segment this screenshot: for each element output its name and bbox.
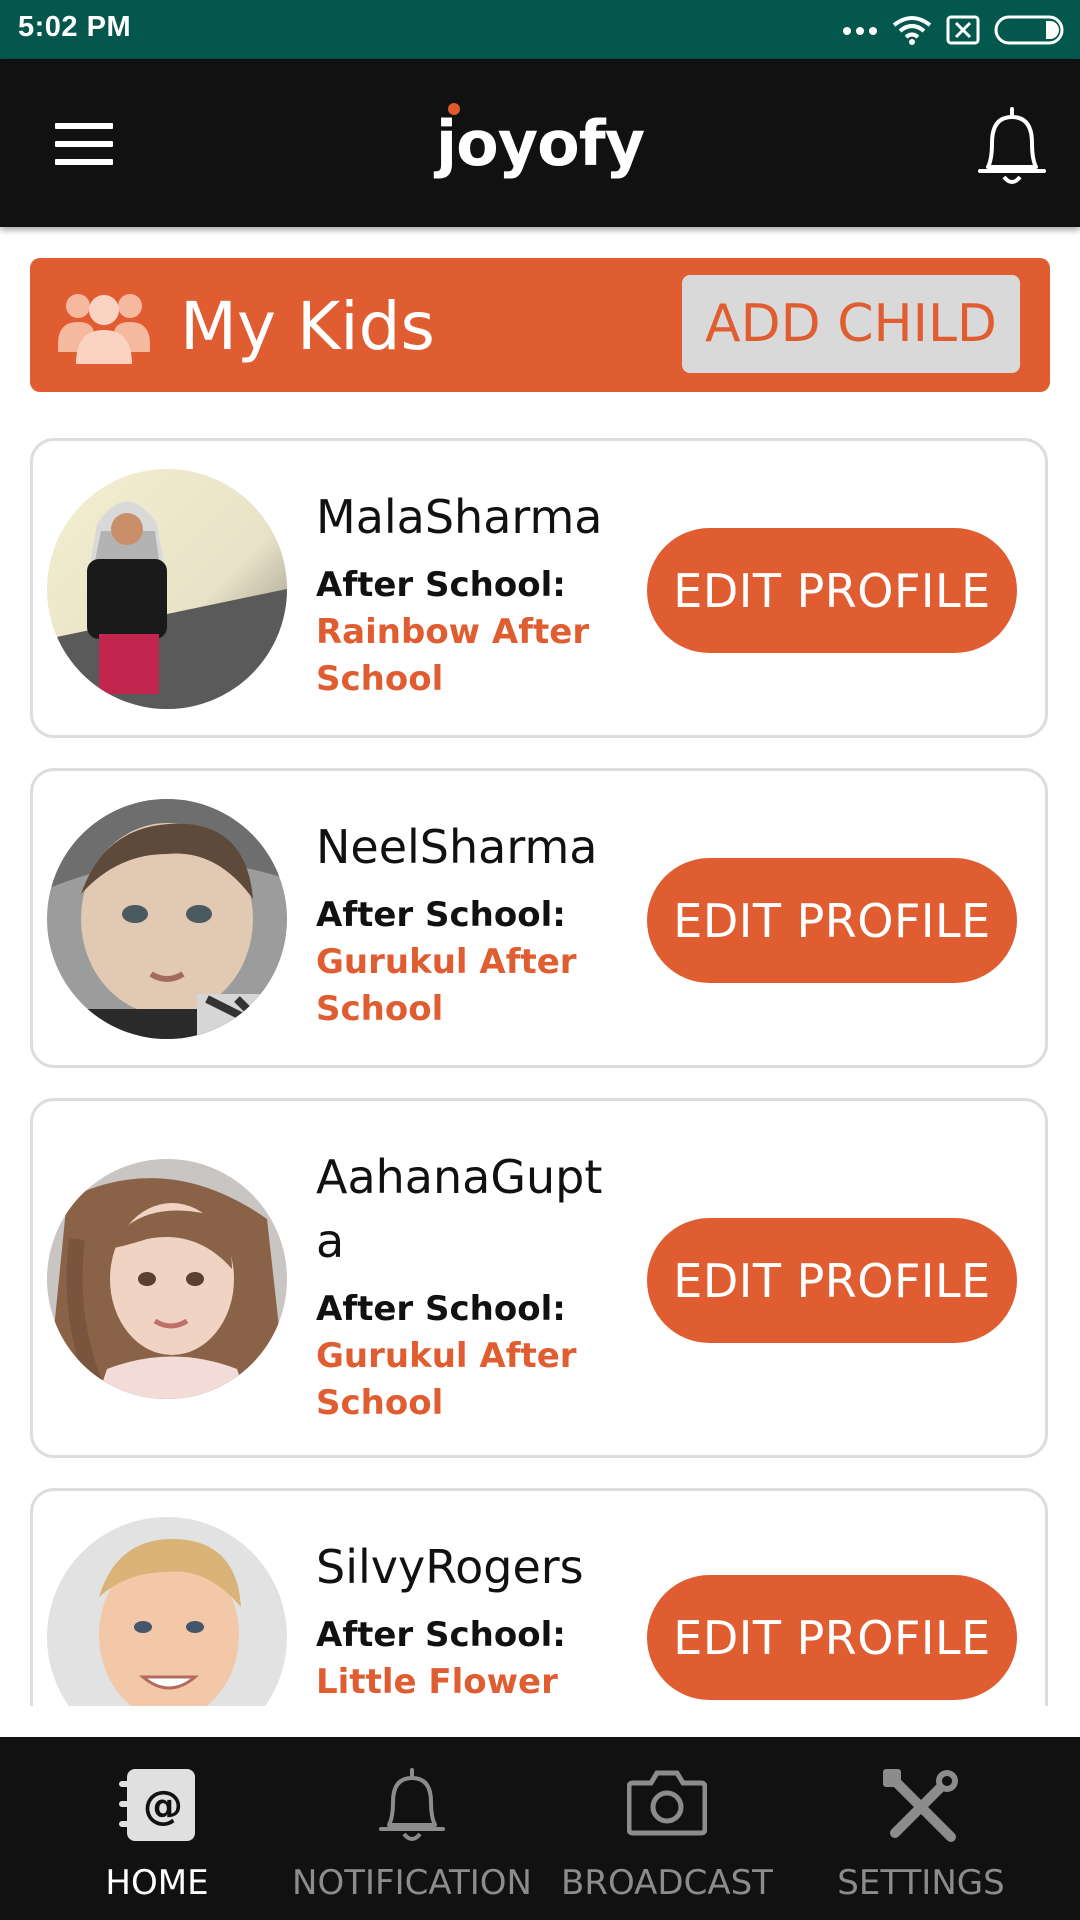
tools-icon xyxy=(883,1769,958,1842)
kid-name: NeelSharma xyxy=(316,820,598,874)
add-child-button[interactable]: ADD CHILD xyxy=(682,275,1020,373)
edit-profile-button[interactable]: EDIT PROFILE xyxy=(647,858,1017,983)
school-name: Gurukul After School xyxy=(316,942,577,1029)
edit-profile-button[interactable]: EDIT PROFILE xyxy=(647,528,1017,653)
app-bar: joyofy xyxy=(0,59,1080,227)
kid-name: SilvyRogers xyxy=(316,1540,584,1594)
nav-settings[interactable]: SETTINGS xyxy=(810,1737,1032,1920)
more-dots-icon xyxy=(843,27,877,35)
nav-broadcast[interactable]: BROADCAST xyxy=(556,1737,778,1920)
my-kids-header: My Kids ADD CHILD xyxy=(30,258,1050,392)
contact-book-icon: @ xyxy=(119,1769,195,1841)
edit-profile-button[interactable]: EDIT PROFILE xyxy=(647,1218,1017,1343)
kid-avatar xyxy=(47,469,287,709)
logo-text: joyofy xyxy=(435,107,645,180)
school-name: Little Flower xyxy=(316,1662,558,1702)
kid-card: MalaSharma After School: Rainbow After S… xyxy=(30,438,1048,738)
nav-notification[interactable]: NOTIFICATION xyxy=(282,1737,542,1920)
nav-label: HOME xyxy=(105,1863,209,1903)
kid-card: AahanaGupta After School: Gurukul After … xyxy=(30,1098,1048,1458)
school-name: Gurukul After School xyxy=(316,1336,577,1423)
status-time: 5:02 PM xyxy=(18,11,132,43)
edit-profile-button[interactable]: EDIT PROFILE xyxy=(647,1575,1017,1700)
nav-label: BROADCAST xyxy=(561,1863,773,1903)
school-name: Rainbow After School xyxy=(316,612,590,699)
status-icons xyxy=(842,14,1066,46)
after-school-label: After School: xyxy=(316,895,566,935)
after-school-label: After School: xyxy=(316,1289,566,1329)
kid-avatar xyxy=(47,799,287,1039)
kid-avatar xyxy=(47,1517,287,1706)
nav-label: NOTIFICATION xyxy=(292,1863,532,1903)
kid-avatar xyxy=(47,1159,287,1399)
after-school-label: After School: xyxy=(316,1615,566,1655)
sim-disabled-icon xyxy=(946,15,980,45)
logo-dot xyxy=(447,103,460,115)
battery-icon xyxy=(994,15,1064,45)
bottom-navigation: @ HOME NOTIFICATION BROADCAST SETTINGS xyxy=(0,1737,1080,1920)
group-icon xyxy=(58,294,150,364)
kid-card: SilvyRogers After School: Little Flower … xyxy=(30,1488,1048,1706)
kid-card: NeelSharma After School: Gurukul After S… xyxy=(30,768,1048,1068)
wifi-icon xyxy=(892,16,932,45)
app-logo: joyofy xyxy=(0,103,1080,180)
kids-list[interactable]: MalaSharma After School: Rainbow After S… xyxy=(0,438,1080,1706)
svg-text:@: @ xyxy=(143,1783,183,1829)
bell-icon xyxy=(379,1768,445,1841)
kid-name: AahanaGupta xyxy=(316,1150,603,1268)
camera-icon xyxy=(627,1770,707,1836)
my-kids-title: My Kids xyxy=(180,288,435,365)
nav-home[interactable]: @ HOME xyxy=(50,1737,264,1920)
nav-label: SETTINGS xyxy=(837,1863,1005,1903)
after-school-label: After School: xyxy=(316,565,566,605)
status-bar: 5:02 PM xyxy=(0,0,1080,59)
kid-name: MalaSharma xyxy=(316,490,603,544)
notification-bell-icon[interactable] xyxy=(974,105,1050,189)
